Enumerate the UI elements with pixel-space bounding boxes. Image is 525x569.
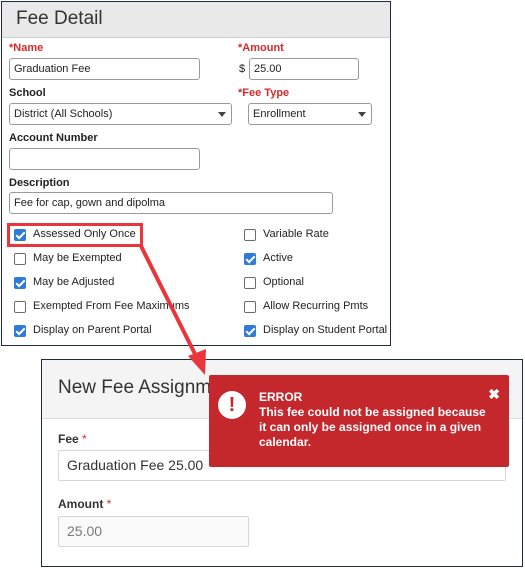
fee-type-select-value: Enrollment bbox=[253, 108, 306, 120]
error-message: This fee could not be assigned because i… bbox=[259, 405, 486, 449]
optional-checkbox[interactable] bbox=[244, 277, 256, 289]
name-label: *Name bbox=[9, 42, 44, 54]
description-label: Description bbox=[9, 177, 70, 189]
error-toast: ! ERROR This fee could not be assigned b… bbox=[209, 375, 509, 467]
optional-label: Optional bbox=[263, 276, 304, 288]
display-on-student-portal-label: Display on Student Portal bbox=[263, 324, 388, 336]
name-input[interactable]: Graduation Fee bbox=[9, 58, 200, 80]
fee-type-select[interactable]: Enrollment bbox=[248, 103, 372, 125]
exclamation-icon: ! bbox=[218, 391, 246, 419]
display-on-parent-portal-checkbox[interactable] bbox=[14, 325, 26, 337]
description-input[interactable]: Fee for cap, gown and dipolma bbox=[9, 192, 333, 214]
error-title: ERROR bbox=[259, 390, 303, 404]
display-on-parent-portal-label: Display on Parent Portal bbox=[33, 324, 152, 336]
school-select[interactable]: District (All Schools) bbox=[9, 103, 232, 125]
currency-symbol: $ bbox=[239, 63, 246, 75]
fee-detail-panel: Fee Detail *Name Graduation Fee *Amount … bbox=[1, 1, 391, 346]
variable-rate-checkbox[interactable] bbox=[244, 229, 256, 241]
exempted-from-fee-maximums-checkbox[interactable] bbox=[14, 301, 26, 313]
fee-label: Fee * bbox=[58, 432, 87, 446]
close-icon[interactable]: ✖ bbox=[488, 386, 500, 403]
highlight-box bbox=[7, 223, 143, 247]
account-number-label: Account Number bbox=[9, 132, 98, 144]
amount-input[interactable]: 25.00 bbox=[249, 58, 359, 80]
amount-label: Amount * bbox=[58, 497, 112, 511]
account-number-input[interactable] bbox=[9, 148, 200, 170]
fee-detail-title: Fee Detail bbox=[16, 8, 103, 29]
active-checkbox[interactable] bbox=[244, 253, 256, 265]
may-be-exempted-label: May be Exempted bbox=[33, 252, 122, 264]
may-be-exempted-checkbox[interactable] bbox=[14, 253, 26, 265]
amount-label: *Amount bbox=[238, 42, 284, 54]
chevron-down-icon bbox=[218, 112, 226, 117]
variable-rate-label: Variable Rate bbox=[263, 228, 329, 240]
new-fee-assignment-title: New Fee Assignm bbox=[58, 377, 212, 398]
may-be-adjusted-label: May be Adjusted bbox=[33, 276, 115, 288]
fee-type-label: *Fee Type bbox=[238, 87, 290, 99]
allow-recurring-pmts-label: Allow Recurring Pmts bbox=[263, 300, 369, 312]
exempted-from-fee-maximums-label: Exempted From Fee Maximums bbox=[33, 300, 190, 312]
may-be-adjusted-checkbox[interactable] bbox=[14, 277, 26, 289]
school-select-value: District (All Schools) bbox=[14, 108, 113, 120]
chevron-down-icon bbox=[358, 112, 366, 117]
allow-recurring-pmts-checkbox[interactable] bbox=[244, 301, 256, 313]
active-label: Active bbox=[263, 252, 293, 264]
school-label: School bbox=[9, 87, 46, 99]
amount-readonly-input: 25.00 bbox=[58, 516, 249, 547]
fee-detail-header: Fee Detail bbox=[2, 2, 390, 38]
display-on-student-portal-checkbox[interactable] bbox=[244, 325, 256, 337]
